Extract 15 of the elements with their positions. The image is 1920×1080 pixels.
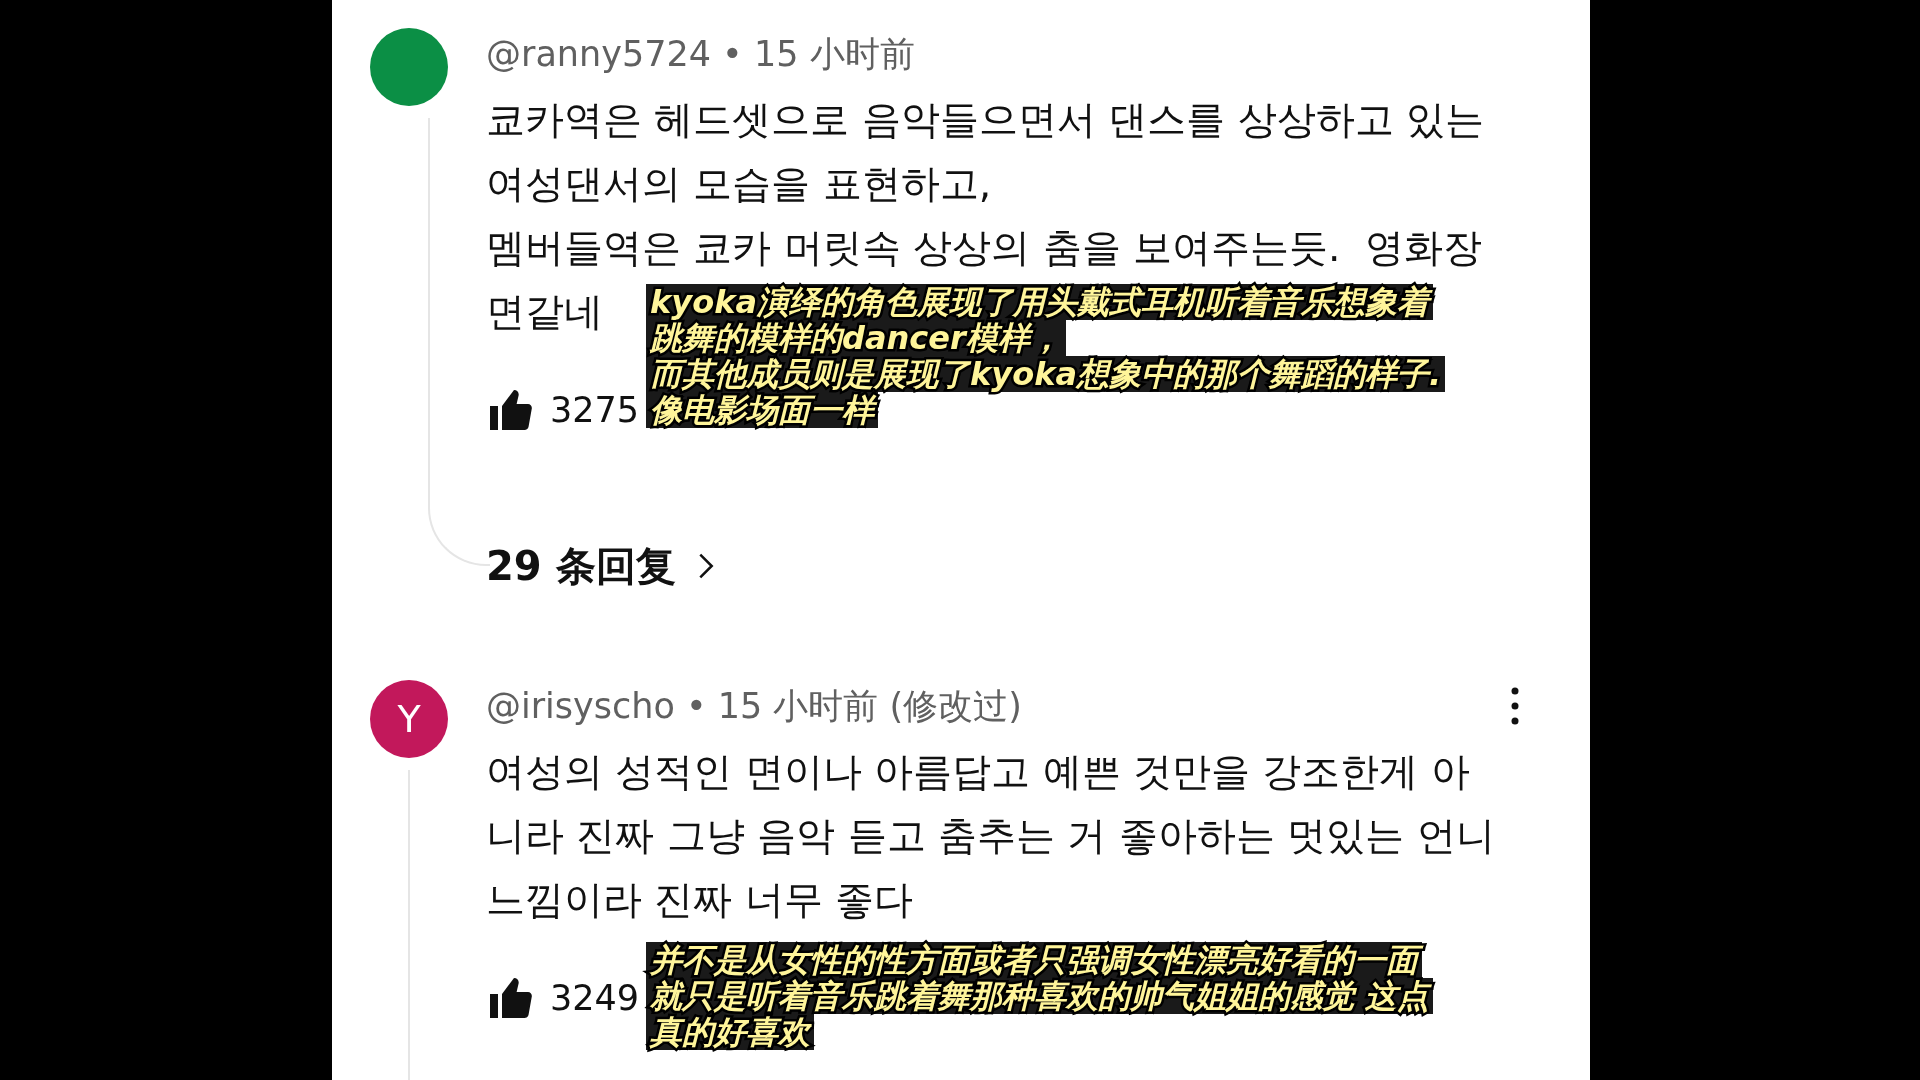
replies-link[interactable]: 29 条回复 xyxy=(486,538,676,594)
comment-meta: @irisyscho • 15 小时前 (修改过) xyxy=(486,684,1022,728)
comment-line: 멤버들역은 쿄카 머릿속 상상의 춤을 보여주는듯. 영화장 xyxy=(486,224,1483,272)
chevron-right-icon[interactable] xyxy=(697,552,714,580)
comment-meta: @ranny5724 • 15 小时前 xyxy=(486,32,915,76)
comment-line: 니라 진짜 그냥 음악 듣고 춤추는 거 좋아하는 멋있는 언니 xyxy=(486,812,1495,860)
comment-line: 쿄카역은 헤드셋으로 음악들으면서 댄스를 상상하고 있는 xyxy=(486,96,1484,144)
comment-line: 느낌이라 진짜 너무 좋다 xyxy=(486,876,914,924)
like-count: 3275 xyxy=(550,390,640,430)
like-count: 3249 xyxy=(550,978,640,1018)
comment-line: 여성의 성적인 면이나 아름답고 예쁜 것만을 강조한게 아 xyxy=(486,748,1470,796)
avatar[interactable]: Y xyxy=(370,680,448,758)
more-icon[interactable] xyxy=(1510,686,1520,726)
comment-line: 면같네 xyxy=(486,288,603,336)
comment-line: 여성댄서의 모습을 표현하고, xyxy=(486,160,992,208)
